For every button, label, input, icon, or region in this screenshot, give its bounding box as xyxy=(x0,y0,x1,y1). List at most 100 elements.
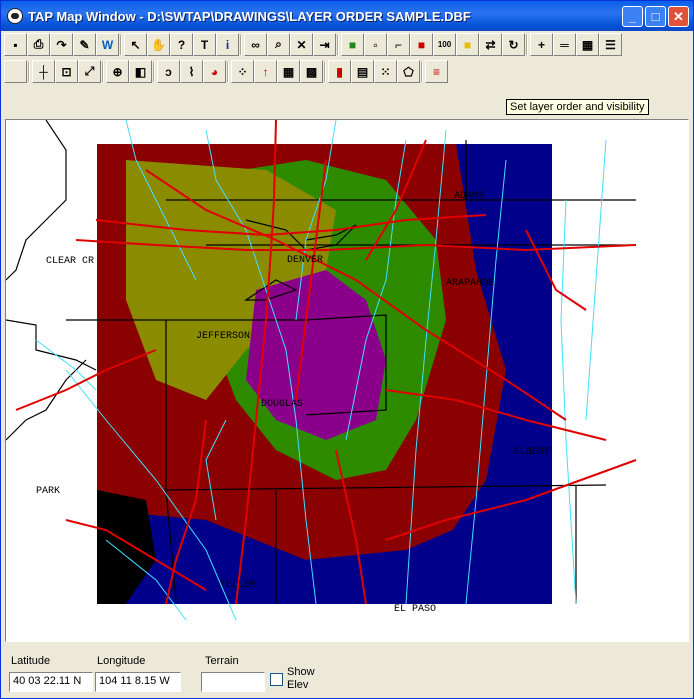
cycle-button[interactable]: ↻ xyxy=(502,33,525,56)
polygon-button[interactable]: ⬠ xyxy=(397,60,420,83)
latitude-field[interactable]: 40 03 22.11 N xyxy=(9,672,93,692)
magnifier-button[interactable]: ⌕ xyxy=(267,33,290,56)
toolbar-separator xyxy=(28,62,30,82)
up-arrow-icon: ↑ xyxy=(262,64,269,79)
grid-button[interactable]: ▦ xyxy=(576,33,599,56)
layer-order-button[interactable]: ≡ xyxy=(425,60,448,83)
toolbar-separator xyxy=(421,62,423,82)
title-bar[interactable]: TAP Map Window - D:\SWTAP\DRAWINGS\LAYER… xyxy=(1,1,693,31)
swap-icon: ⇄ xyxy=(485,37,496,52)
label-arapahoe: ARAPAHOE xyxy=(446,278,495,289)
crosshair-button[interactable]: ⊕ xyxy=(106,60,129,83)
delete-button[interactable]: ✕ xyxy=(290,33,313,56)
save-button[interactable]: ▪ xyxy=(4,33,27,56)
green-square-button[interactable]: ■ xyxy=(341,33,364,56)
export-button[interactable]: ⇥ xyxy=(313,33,336,56)
add-cross-button[interactable]: + xyxy=(530,33,553,56)
scale-ruler-button[interactable]: ═ xyxy=(553,33,576,56)
minimize-button[interactable]: _ xyxy=(622,6,643,27)
query-button[interactable]: ? xyxy=(170,33,193,56)
query-icon: ? xyxy=(177,37,186,52)
eyedropper-button[interactable]: ⌐ xyxy=(387,33,410,56)
swap-button[interactable]: ⇄ xyxy=(479,33,502,56)
redo-arrow-button[interactable]: ↷ xyxy=(50,33,73,56)
app-icon[interactable] xyxy=(7,8,23,24)
pointer-button[interactable]: ↖ xyxy=(124,33,147,56)
eyedropper-icon: ⌐ xyxy=(394,37,402,52)
show-elev-checkbox[interactable] xyxy=(270,673,283,686)
color-grid-icon: ▩ xyxy=(305,64,318,79)
bar-chart-button[interactable]: ▮ xyxy=(328,60,351,83)
save-icon: ▪ xyxy=(13,37,18,52)
chart-button[interactable]: ⌇ xyxy=(180,60,203,83)
up-arrow-button[interactable]: ↑ xyxy=(254,60,277,83)
resize-icon: ⤢ xyxy=(84,64,95,78)
lasso-icon: ↄ xyxy=(165,64,172,79)
resize-button[interactable]: ⤢ xyxy=(78,60,101,83)
maximize-button[interactable]: □ xyxy=(645,6,666,27)
map-canvas[interactable]: CLEAR CR DENVER ADAMS ARAPAHOE JEFFERSON DOUG… xyxy=(5,119,689,642)
color-grid-button[interactable]: ▩ xyxy=(300,60,323,83)
zoom-100-button[interactable]: 100 xyxy=(433,33,456,56)
cycle-icon: ↻ xyxy=(508,37,519,52)
w-button[interactable]: W xyxy=(96,33,119,56)
text-tool-button[interactable]: T xyxy=(193,33,216,56)
raster-layer xyxy=(97,144,552,604)
print-button[interactable]: ⎙ xyxy=(27,33,50,56)
dotted-grid-icon: ⁙ xyxy=(380,64,391,79)
label-park: PARK xyxy=(36,486,61,497)
link-icon: ∞ xyxy=(251,37,260,52)
pie-button[interactable]: ◕ xyxy=(203,60,226,83)
chart-icon: ⌇ xyxy=(188,64,195,79)
points-button[interactable]: ⁘ xyxy=(231,60,254,83)
elev-label: Elev xyxy=(287,679,309,691)
raster-grid-button[interactable]: ▦ xyxy=(277,60,300,83)
w-icon: W xyxy=(101,37,114,52)
status-bar: Latitude 40 03 22.11 N Longitude 104 11 … xyxy=(5,649,689,695)
close-button[interactable]: ✕ xyxy=(668,6,689,27)
color-layers-icon: ◧ xyxy=(134,64,147,79)
window-title: TAP Map Window - D:\SWTAP\DRAWINGS\LAYER… xyxy=(28,9,471,24)
toolbar-separator xyxy=(102,62,104,82)
delete-icon: ✕ xyxy=(296,37,307,52)
edit-sheet-button[interactable]: ✎ xyxy=(73,33,96,56)
line-tool-icon: ┼ xyxy=(39,64,48,79)
magnifier-icon: ⌕ xyxy=(275,37,282,51)
toolbar-separator xyxy=(120,35,122,55)
label-teller: TELLER xyxy=(220,580,257,591)
map-svg[interactable] xyxy=(6,120,689,642)
longitude-field[interactable]: 104 11 8.15 W xyxy=(95,672,181,692)
yellow-square-icon: ■ xyxy=(463,37,472,52)
toolbar-separator xyxy=(324,62,326,82)
add-cross-icon: + xyxy=(537,37,545,52)
label-jefferson: JEFFERSON xyxy=(196,331,251,342)
link-button[interactable]: ∞ xyxy=(244,33,267,56)
toolbar-separator xyxy=(240,35,242,55)
blank-button[interactable] xyxy=(4,60,27,83)
pie-icon: ◕ xyxy=(210,64,219,79)
label-douglas: DOUGLAS xyxy=(261,399,304,410)
label-adams: ADAMS xyxy=(454,191,485,202)
grid-icon: ▦ xyxy=(581,37,594,52)
small-square-button[interactable]: ▫ xyxy=(364,33,387,56)
polygon-icon: ⬠ xyxy=(403,64,414,79)
edit-sheet-icon: ✎ xyxy=(79,37,90,52)
text-tool-icon: T xyxy=(200,37,209,52)
lasso-button[interactable]: ↄ xyxy=(157,60,180,83)
color-layers-button[interactable]: ◧ xyxy=(129,60,152,83)
layer-order-icon: ≡ xyxy=(432,64,440,79)
layout-button[interactable]: ▤ xyxy=(351,60,374,83)
terrain-field[interactable] xyxy=(201,672,265,692)
line-tool-button[interactable]: ┼ xyxy=(32,60,55,83)
toolbar-separator xyxy=(153,62,155,82)
info-icon: i xyxy=(225,37,230,52)
select-box-button[interactable]: ⊡ xyxy=(55,60,78,83)
red-square-button[interactable]: ■ xyxy=(410,33,433,56)
dotted-grid-button[interactable]: ⁙ xyxy=(374,60,397,83)
info-button[interactable]: i xyxy=(216,33,239,56)
toolbar-separator xyxy=(337,35,339,55)
label-el-paso: EL PASO xyxy=(394,604,437,615)
notes-button[interactable]: ☰ xyxy=(599,33,622,56)
pan-hand-button[interactable]: ✋ xyxy=(147,33,170,56)
yellow-square-button[interactable]: ■ xyxy=(456,33,479,56)
